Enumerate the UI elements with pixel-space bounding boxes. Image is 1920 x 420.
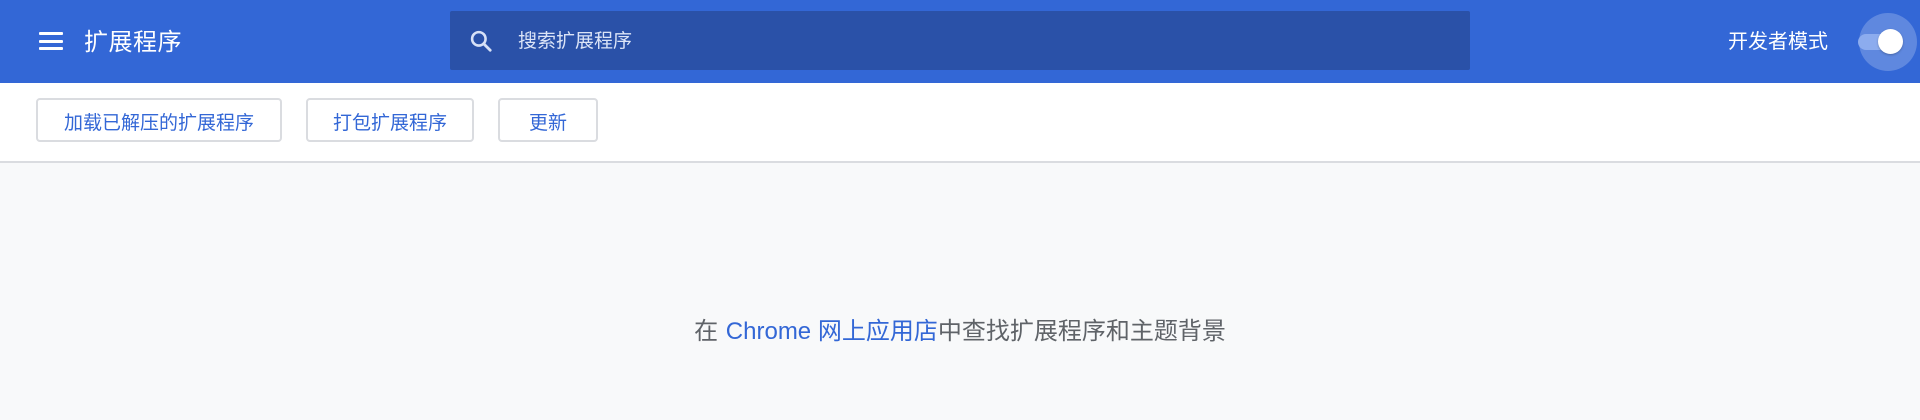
hamburger-menu-icon xyxy=(39,32,63,50)
empty-state-suffix: 中查找扩展程序和主题背景 xyxy=(937,317,1226,345)
update-button[interactable]: 更新 xyxy=(498,98,598,142)
top-bar: 扩展程序 开发者模式 xyxy=(0,0,1920,83)
main-menu-button[interactable] xyxy=(32,22,70,60)
chrome-web-store-link[interactable]: Chrome 网上应用店 xyxy=(726,318,938,345)
developer-mode-label: 开发者模式 xyxy=(1728,29,1828,53)
search-field[interactable] xyxy=(450,11,1470,70)
search-input[interactable] xyxy=(518,11,1448,70)
developer-toolbar: 加载已解压的扩展程序 打包扩展程序 更新 xyxy=(0,83,1920,163)
developer-mode-toggle[interactable] xyxy=(1858,13,1920,71)
empty-state-message: 在 Chrome 网上应用店中查找扩展程序和主题背景 xyxy=(0,315,1920,348)
search-icon xyxy=(470,30,492,52)
page-title: 扩展程序 xyxy=(84,28,182,56)
load-unpacked-button[interactable]: 加载已解压的扩展程序 xyxy=(36,98,282,142)
pack-extension-button[interactable]: 打包扩展程序 xyxy=(306,98,474,142)
extensions-page: 扩展程序 开发者模式 加载已解压的扩展程序 打包扩展程序 更新 在 Chrome… xyxy=(0,0,1920,420)
empty-state-prefix: 在 xyxy=(694,317,726,345)
extensions-list-area: 在 Chrome 网上应用店中查找扩展程序和主题背景 xyxy=(0,163,1920,420)
toggle-knob xyxy=(1878,29,1903,54)
